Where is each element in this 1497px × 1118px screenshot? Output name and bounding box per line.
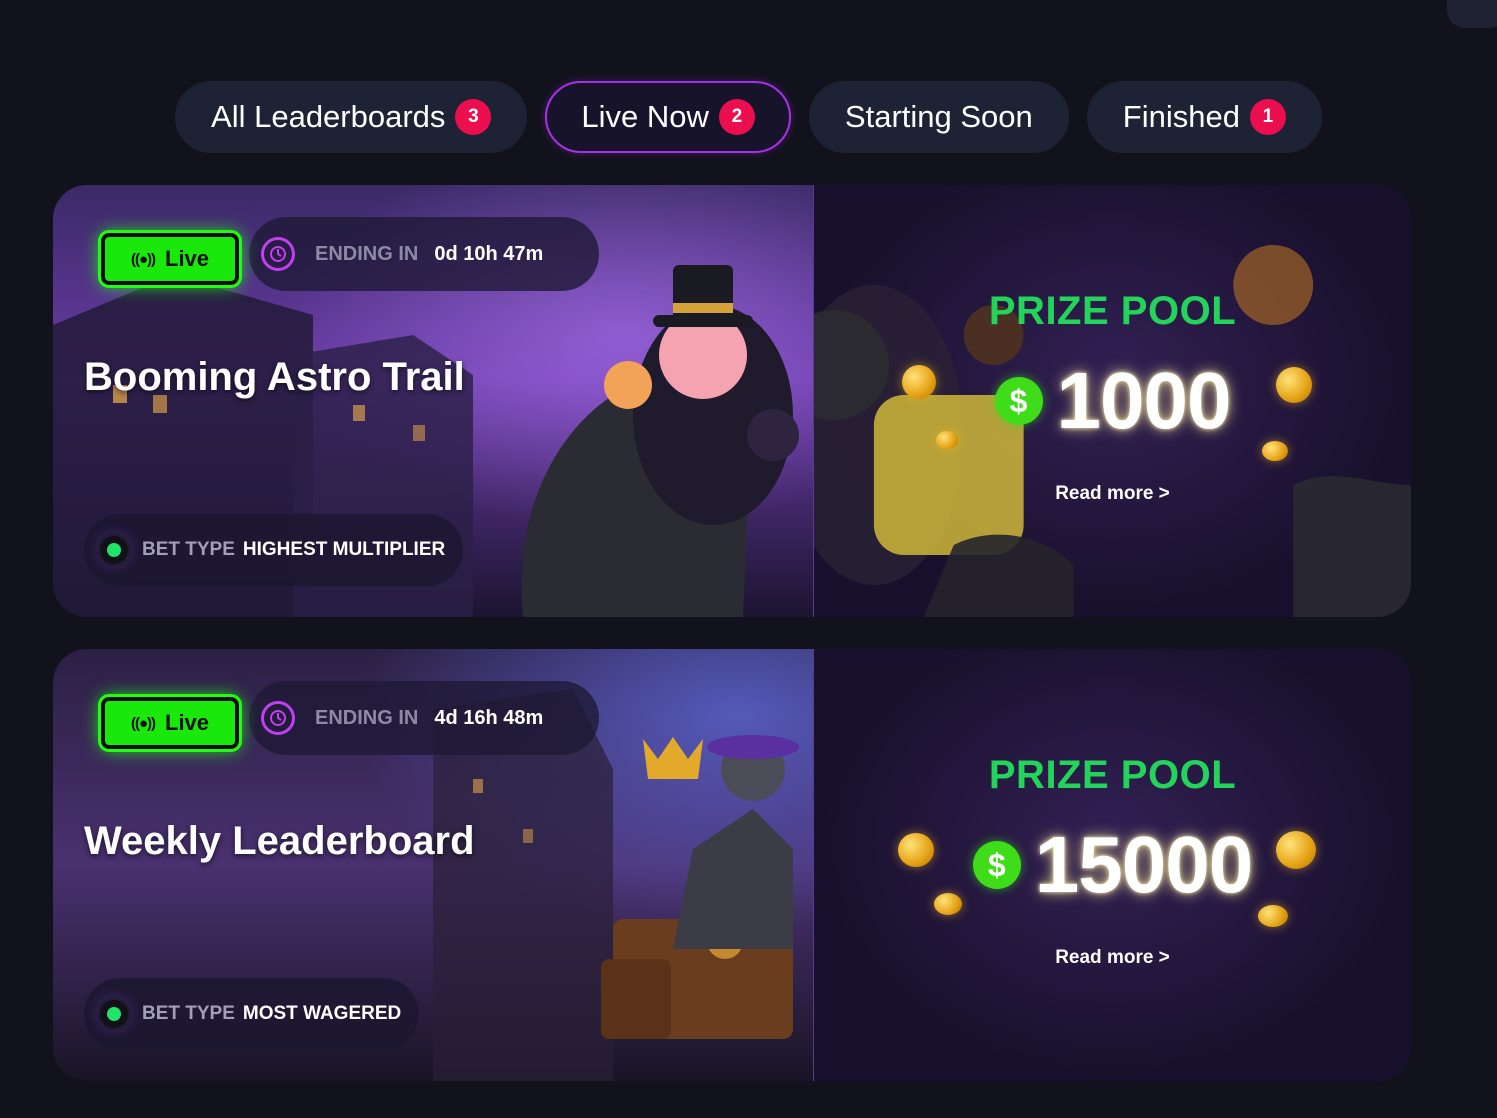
tab-label: Live Now (581, 99, 709, 134)
leaderboard-filter-tabs: All Leaderboards 3 Live Now 2 Starting S… (0, 81, 1497, 153)
leaderboard-card[interactable]: PRIZE POOL $ 15000 Read more > ((●)) Liv… (53, 649, 1411, 1081)
tab-count-badge: 1 (1249, 99, 1286, 135)
tab-all-leaderboards[interactable]: All Leaderboards 3 (175, 81, 528, 153)
leaderboard-card[interactable]: PRIZE POOL $ 1000 Read more > ((●)) Live… (53, 185, 1411, 617)
bet-type-icon (100, 1000, 128, 1028)
ending-in-label: ENDING IN (315, 242, 419, 265)
read-more-link[interactable]: Read more > (814, 483, 1411, 505)
tab-live-now[interactable]: Live Now 2 (545, 81, 791, 153)
tab-label: All Leaderboards (211, 99, 446, 134)
live-label: Live (165, 246, 210, 271)
bet-type-pill: BET TYPE MOST WAGERED (84, 978, 420, 1050)
bet-type-label: BET TYPE (142, 1003, 235, 1024)
tab-starting-soon[interactable]: Starting Soon (808, 81, 1069, 153)
bet-type-label: BET TYPE (142, 539, 235, 560)
status-row: ((●)) Live ENDING IN 4d 16h 48m (98, 681, 599, 755)
tab-label: Starting Soon (844, 99, 1033, 134)
read-more-link[interactable]: Read more > (814, 947, 1411, 969)
tab-finished[interactable]: Finished 1 (1086, 81, 1322, 153)
ending-pill (249, 217, 599, 291)
broadcast-icon: ((●)) (130, 714, 156, 732)
prize-amount: 1000 (1056, 356, 1232, 445)
prize-pool-title: PRIZE POOL (988, 289, 1237, 333)
clock-icon (261, 701, 295, 735)
tab-count-badge: 3 (455, 99, 492, 135)
prize-amount-row: $ 15000 (814, 819, 1411, 911)
status-row: ((●)) Live ENDING IN 0d 10h 47m (98, 217, 599, 291)
clock-icon (261, 237, 295, 271)
prize-pool-title: PRIZE POOL (988, 753, 1237, 797)
leaderboard-title: Weekly Leaderboard (84, 819, 475, 863)
bet-type-pill: BET TYPE HIGHEST MULTIPLIER (84, 514, 464, 586)
ending-pill (249, 681, 599, 755)
tab-label: Finished (1122, 99, 1240, 134)
leaderboard-title: Booming Astro Trail (84, 355, 465, 399)
dollar-coin-icon: $ (994, 377, 1043, 425)
prize-amount-row: $ 1000 (814, 355, 1411, 447)
bet-type-value: MOST WAGERED (242, 1003, 402, 1024)
corner-menu-button[interactable] (1447, 0, 1497, 28)
bet-type-value: HIGHEST MULTIPLIER (242, 539, 446, 560)
dollar-coin-icon: $ (972, 841, 1021, 889)
ending-in-label: ENDING IN (315, 706, 419, 729)
live-badge: ((●)) Live (98, 694, 242, 752)
bet-type-icon (100, 536, 128, 564)
live-label: Live (165, 710, 210, 735)
tab-count-badge: 2 (718, 99, 755, 135)
prize-pool-panel: PRIZE POOL $ 15000 Read more > (813, 649, 1411, 1081)
ending-in-value: 0d 10h 47m (434, 242, 544, 265)
ending-in-value: 4d 16h 48m (434, 706, 544, 729)
prize-amount: 15000 (1034, 820, 1253, 909)
broadcast-icon: ((●)) (130, 250, 156, 268)
live-badge: ((●)) Live (98, 230, 242, 288)
prize-pool-panel: PRIZE POOL $ 1000 Read more > (813, 185, 1411, 617)
